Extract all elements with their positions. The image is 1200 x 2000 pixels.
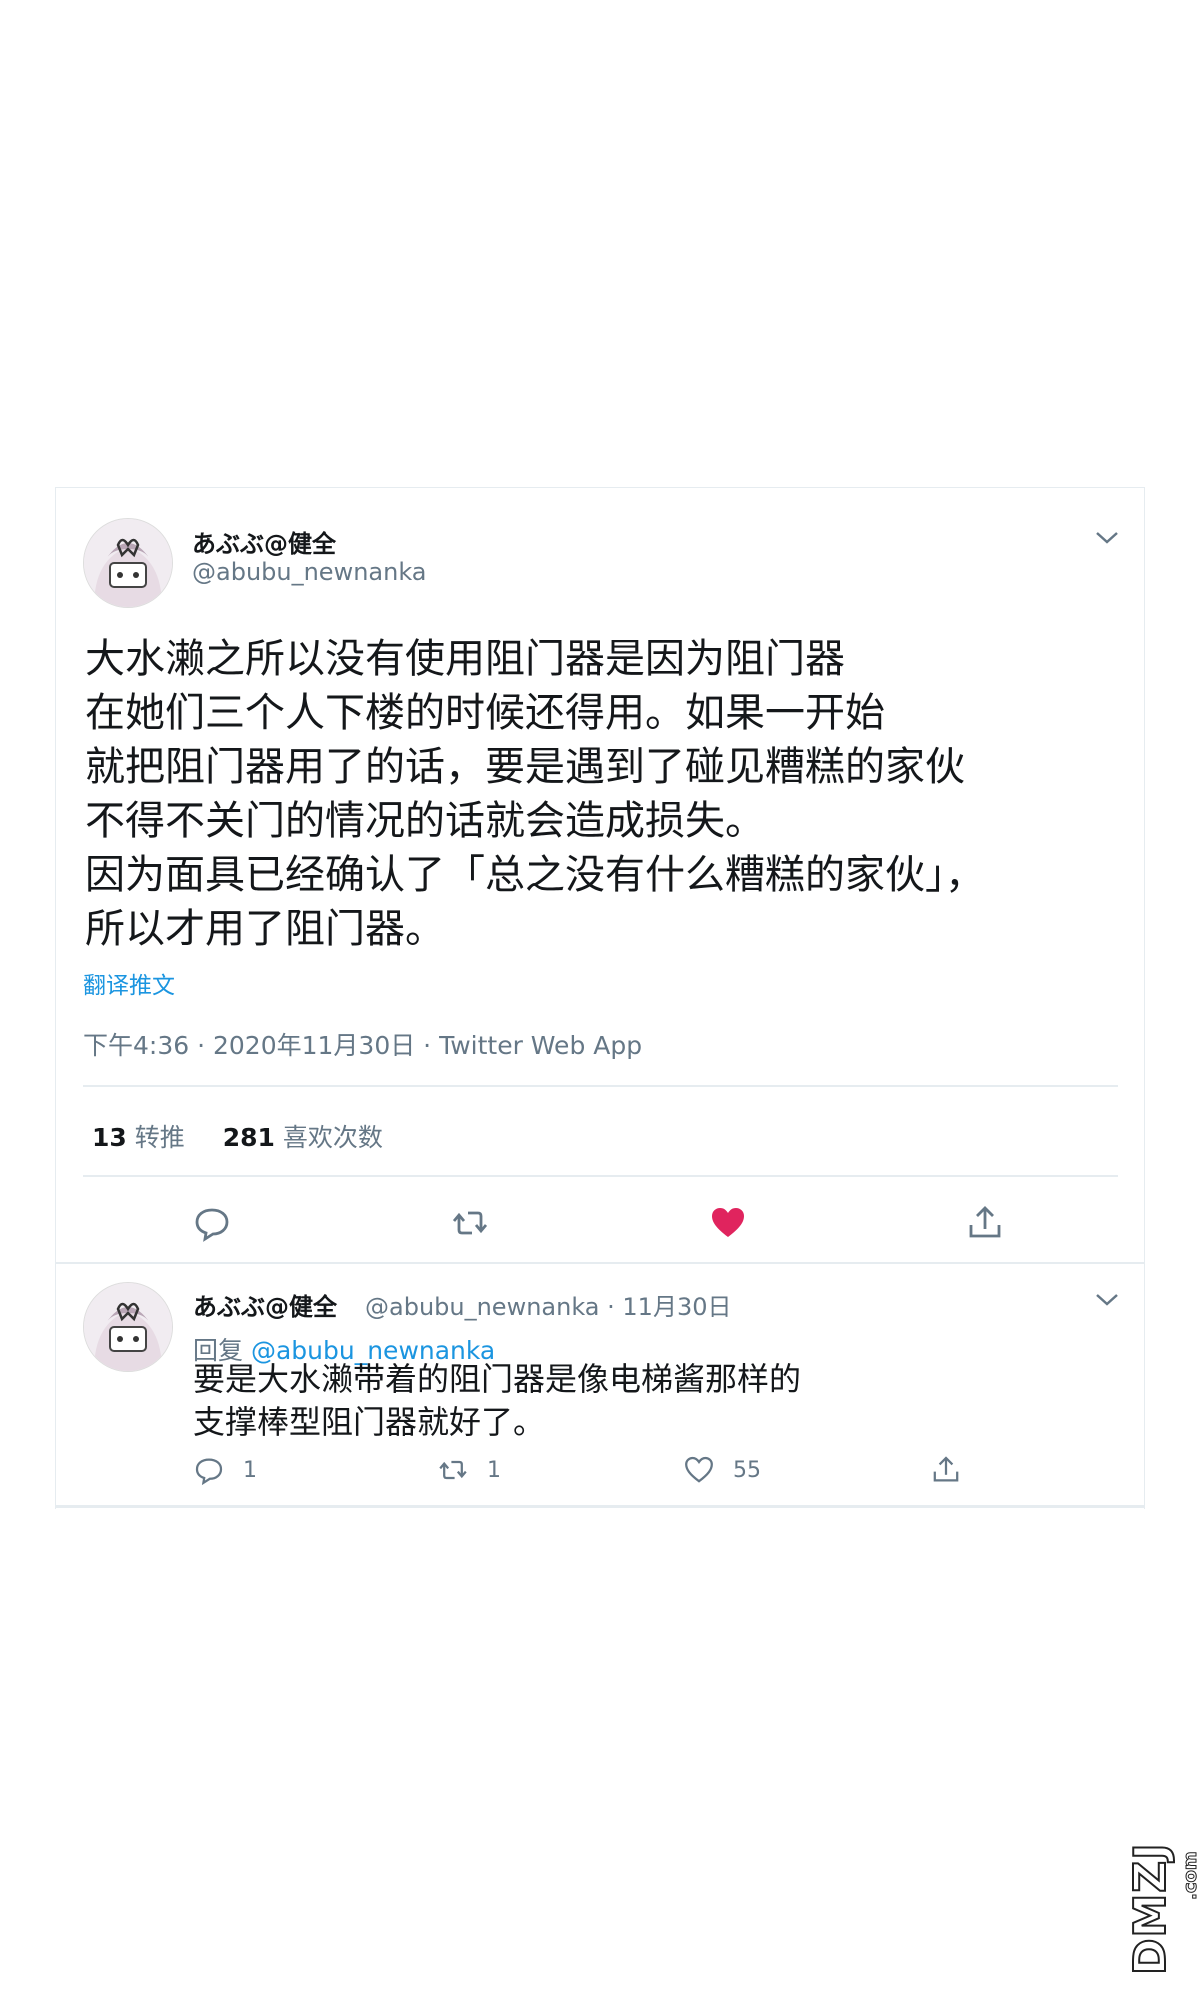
tweet-text: 大水濑之所以没有使用阻门器是因为阻门器 在她们三个人下楼的时候还得用。如果一开始…: [85, 636, 985, 952]
like-button-active[interactable]: [708, 1203, 748, 1243]
author-avatar[interactable]: [83, 518, 173, 608]
avatar-image: [84, 519, 172, 607]
divider: [83, 1085, 1118, 1087]
reply-author-avatar[interactable]: [83, 1282, 173, 1372]
site-watermark-suffix: .com: [1180, 1851, 1200, 1901]
share-icon: [933, 1456, 959, 1482]
reply-retweet-button[interactable]: 1: [437, 1453, 501, 1487]
chevron-down-icon[interactable]: [1092, 1290, 1122, 1310]
retweet-icon: [439, 1460, 467, 1480]
share-button[interactable]: [965, 1203, 1005, 1243]
retweet-icon: [452, 1211, 488, 1235]
reply-like-count: 55: [733, 1457, 761, 1483]
reply-reply-button[interactable]: 1: [193, 1453, 257, 1487]
reply-icon: [195, 1458, 223, 1486]
reply-tweet-text: 要是大水濑带着的阻门器是像电梯酱那样的 支撑棒型阻门器就好了。: [193, 1360, 802, 1441]
like-stat[interactable]: 281 喜欢次数: [223, 1123, 383, 1152]
heart-icon: [712, 1208, 744, 1237]
reply-button[interactable]: [192, 1203, 232, 1243]
author-display-name[interactable]: あぶぶ@健全: [192, 524, 336, 559]
translate-tweet-link[interactable]: 翻译推文: [83, 966, 175, 1000]
reply-author-handle-date[interactable]: @abubu_newnanka · 11月30日: [365, 1287, 731, 1322]
retweet-stat[interactable]: 13 转推: [92, 1123, 185, 1152]
reply-like-button[interactable]: 55: [683, 1453, 761, 1487]
reply-author-display-name[interactable]: あぶぶ@健全: [193, 1287, 337, 1322]
retweet-button[interactable]: [450, 1203, 490, 1243]
reply-share-button[interactable]: [930, 1453, 980, 1487]
divider: [83, 1175, 1118, 1177]
like-count: 281: [222, 1123, 275, 1152]
site-watermark: DMZJ: [1124, 1841, 1177, 1976]
chevron-down-icon[interactable]: [1092, 528, 1122, 548]
share-icon: [969, 1206, 1001, 1238]
reply-icon: [195, 1208, 229, 1242]
thread-bottom-border: [55, 1505, 1145, 1508]
reply-retweet-count: 1: [487, 1457, 501, 1483]
reply-count: 1: [243, 1457, 257, 1483]
author-handle[interactable]: @abubu_newnanka: [192, 558, 427, 586]
avatar-image: [84, 1283, 172, 1371]
tweet-timestamp[interactable]: 下午4:36 · 2020年11月30日 · Twitter Web App: [83, 1026, 642, 1062]
heart-icon: [685, 1456, 713, 1483]
tweet-separator: [55, 1262, 1145, 1264]
like-label: 喜欢次数: [282, 1123, 383, 1152]
retweet-label: 转推: [134, 1123, 185, 1152]
retweet-count: 13: [92, 1123, 127, 1152]
tweet-stats: 13 转推 281 喜欢次数: [92, 1118, 413, 1154]
